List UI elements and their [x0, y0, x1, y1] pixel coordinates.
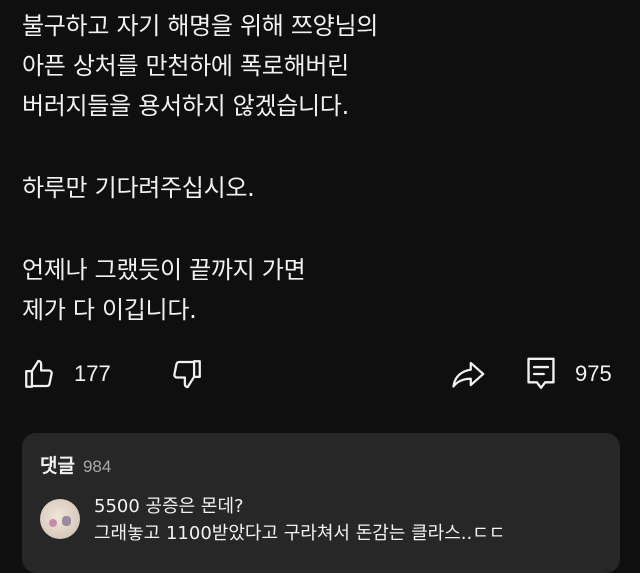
post-line: 언제나 그랬듯이 끝까지 가면: [22, 256, 306, 284]
avatar-detail: [49, 519, 57, 527]
avatar[interactable]: [40, 499, 80, 539]
post-line: 제가 다 이깁니다.: [22, 296, 197, 324]
post-line: 불구하고 자기 해명을 위해 쯔양님의: [22, 12, 379, 40]
post-line: 하루만 기다려주십시오.: [22, 174, 255, 202]
share-icon: [450, 357, 486, 391]
post-line: 아픈 상처를 만천하에 폭로해버린: [22, 52, 349, 80]
thumbs-up-icon: [22, 357, 56, 391]
action-bar: 177 975: [0, 346, 640, 402]
top-comment: 5500 공증은 몬데? 그래놓고 1100받았다고 구라쳐서 돈감는 클라스.…: [94, 493, 614, 547]
like-button[interactable]: 177: [22, 346, 111, 402]
comments-header: 댓글 984: [40, 451, 111, 478]
comment-line: 5500 공증은 몬데?: [94, 496, 244, 517]
comment-icon: [525, 356, 557, 392]
comments-button[interactable]: 975: [525, 346, 612, 402]
comment-line: 그래놓고 1100받았다고 구라쳐서 돈감는 클라스..ㄷㄷ: [94, 523, 506, 544]
share-button[interactable]: [450, 346, 486, 402]
avatar-detail: [62, 516, 71, 526]
dislike-button[interactable]: [170, 346, 204, 402]
post-body: 불구하고 자기 해명을 위해 쯔양님의 아픈 상처를 만천하에 폭로해버린 버러…: [22, 6, 622, 330]
post-line: 버러지들을 용서하지 않겠습니다.: [22, 92, 349, 120]
comments-count: 984: [82, 457, 112, 476]
comment-count: 975: [575, 361, 612, 386]
comments-title: 댓글: [40, 455, 75, 477]
like-count: 177: [74, 361, 111, 386]
comments-section[interactable]: 댓글 984 5500 공증은 몬데? 그래놓고 1100받았다고 구라쳐서 돈…: [22, 433, 620, 573]
thumbs-down-icon: [170, 357, 204, 391]
